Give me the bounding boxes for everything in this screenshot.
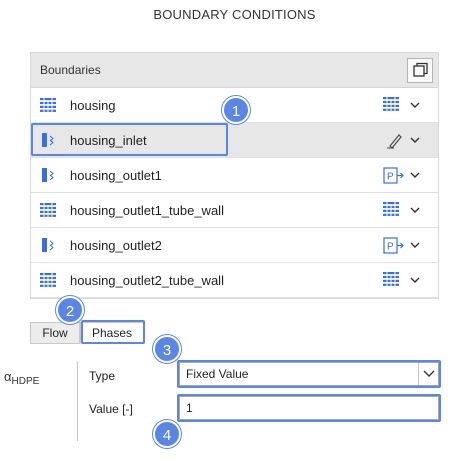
boundary-name: housing_inlet xyxy=(70,133,147,148)
boundary-name: housing_outlet2_tube_wall xyxy=(70,273,224,288)
boundary-row[interactable]: housing_outlet1_tube_wall xyxy=(31,193,438,228)
boundary-name: housing_outlet2 xyxy=(70,238,162,253)
wall-icon[interactable] xyxy=(383,202,405,219)
boundary-name: housing_outlet1_tube_wall xyxy=(70,203,224,218)
copy-button[interactable] xyxy=(407,58,433,83)
chevron-down-icon[interactable] xyxy=(409,134,421,146)
wall-icon xyxy=(40,203,56,217)
phase-symbol-alpha: α xyxy=(4,369,12,384)
inlet-icon xyxy=(40,238,56,252)
pressure-outlet-icon[interactable]: P xyxy=(383,167,405,184)
value-label: Value [-] xyxy=(89,402,133,416)
phase-divider xyxy=(77,361,78,441)
svg-text:P: P xyxy=(387,242,394,253)
type-select-value: Fixed Value xyxy=(186,367,249,381)
phase-subscript: HDPE xyxy=(11,376,40,387)
boundary-name: housing_outlet1 xyxy=(70,168,162,183)
wall-icon xyxy=(40,273,56,287)
boundary-row[interactable]: housing_outlet2 P xyxy=(31,228,438,263)
pressure-outlet-icon[interactable]: P xyxy=(383,237,405,254)
chevron-down-icon[interactable] xyxy=(418,363,438,385)
copy-icon xyxy=(413,62,428,77)
chevron-down-icon[interactable] xyxy=(409,239,421,251)
boundaries-header-label: Boundaries xyxy=(40,63,101,77)
tab-flow[interactable]: Flow xyxy=(30,322,80,344)
boundary-row[interactable]: housing_outlet2_tube_wall xyxy=(31,263,438,298)
boundary-row[interactable]: housing_outlet1 P xyxy=(31,158,438,193)
chevron-down-icon[interactable] xyxy=(409,274,421,286)
chevron-down-icon[interactable] xyxy=(409,99,421,111)
type-select[interactable]: Fixed Value xyxy=(179,362,439,386)
boundary-row[interactable]: housing_inlet xyxy=(31,123,438,158)
inlet-icon xyxy=(40,133,56,147)
phase-symbol: αHDPE xyxy=(4,369,39,387)
boundaries-panel: Boundaries housing housing_inlet housing_o… xyxy=(30,52,439,299)
callout-badge-2: 2 xyxy=(56,296,84,324)
pencil-icon[interactable] xyxy=(383,132,405,149)
wall-icon[interactable] xyxy=(383,97,405,114)
chevron-down-icon[interactable] xyxy=(409,204,421,216)
boundary-name: housing xyxy=(70,98,116,113)
inlet-icon xyxy=(40,168,56,182)
callout-badge-3: 3 xyxy=(153,335,181,363)
type-label: Type xyxy=(89,369,116,383)
wall-icon[interactable] xyxy=(383,272,405,289)
panel-title: BOUNDARY CONDITIONS xyxy=(153,7,316,22)
boundaries-header: Boundaries xyxy=(31,53,438,88)
callout-badge-4: 4 xyxy=(153,420,181,448)
svg-text:P: P xyxy=(387,172,394,183)
value-input[interactable]: 1 xyxy=(179,396,439,420)
tab-phases[interactable]: Phases xyxy=(80,322,144,344)
chevron-down-icon[interactable] xyxy=(409,169,421,181)
callout-badge-1: 1 xyxy=(222,96,250,124)
wall-icon xyxy=(40,98,56,112)
